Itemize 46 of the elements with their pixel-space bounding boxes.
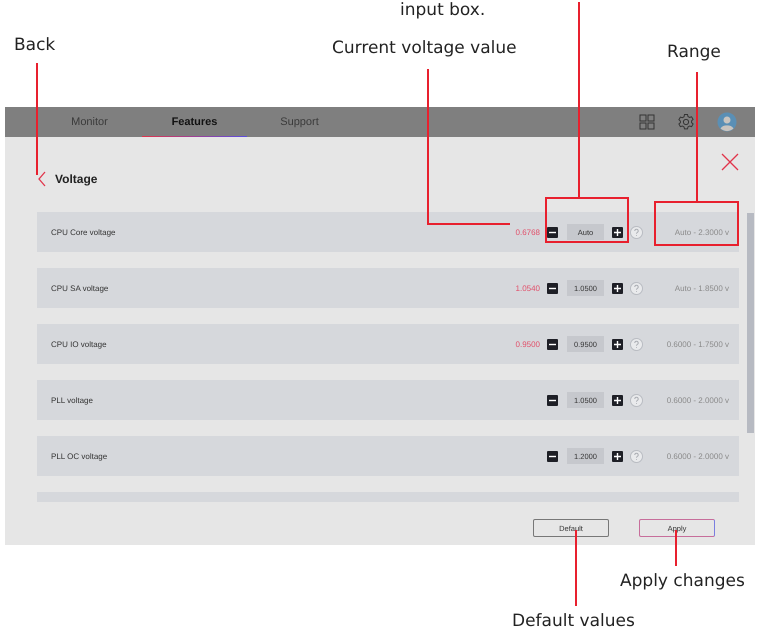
callout-label: Apply changes	[620, 572, 745, 592]
setting-name: PLL OC voltage	[51, 452, 108, 460]
help-icon[interactable]	[630, 394, 643, 406]
minus-button[interactable]	[547, 338, 558, 350]
minus-button[interactable]	[547, 394, 558, 406]
current-value: 0.9500	[516, 340, 540, 348]
minus-button[interactable]	[547, 282, 558, 294]
help-icon[interactable]	[630, 282, 643, 294]
plus-icon	[614, 452, 621, 460]
plus-icon	[614, 396, 621, 404]
setting-name: CPU IO voltage	[51, 340, 108, 348]
range-text: 0.6000 - 2.0000 v	[666, 452, 729, 460]
close-icon[interactable]	[721, 153, 739, 171]
back-icon[interactable]	[37, 170, 47, 186]
current-value: 0.6768	[516, 228, 540, 236]
help-icon[interactable]	[630, 338, 643, 350]
help-icon[interactable]	[630, 226, 643, 238]
grid-icon[interactable]	[639, 114, 655, 130]
plus-icon	[614, 228, 621, 236]
callout-label: Current voltage value	[332, 39, 517, 59]
plus-button[interactable]	[612, 394, 623, 406]
plus-button[interactable]	[612, 338, 623, 350]
callout-label: Back	[14, 36, 56, 56]
plus-button[interactable]	[612, 282, 623, 294]
setting-name: CPU Core voltage	[51, 228, 116, 236]
page-title: Voltage	[55, 172, 98, 186]
range-text: Auto - 1.8500 v	[674, 284, 729, 292]
avatar-icon[interactable]	[717, 112, 737, 132]
help-icon[interactable]	[630, 450, 643, 462]
minus-button[interactable]	[547, 226, 558, 238]
setting-name: PLL voltage	[51, 396, 94, 404]
callout-label: Range	[667, 43, 721, 63]
range-text: 0.6000 - 1.7500 v	[666, 340, 729, 348]
plus-icon	[614, 284, 621, 292]
plus-button[interactable]	[612, 450, 623, 462]
range-text: Auto - 2.3000 v	[674, 228, 729, 236]
current-value: 1.0540	[516, 284, 540, 292]
plus-button[interactable]	[612, 226, 623, 238]
plus-icon	[614, 340, 621, 348]
callout-label: Default values	[512, 612, 635, 632]
minus-button[interactable]	[547, 450, 558, 462]
range-text: 0.6000 - 2.0000 v	[666, 396, 729, 404]
settings-icon[interactable]	[677, 113, 695, 131]
leader-line	[675, 530, 677, 566]
callout-label: input box.	[400, 1, 486, 21]
setting-name: CPU SA voltage	[51, 284, 110, 292]
